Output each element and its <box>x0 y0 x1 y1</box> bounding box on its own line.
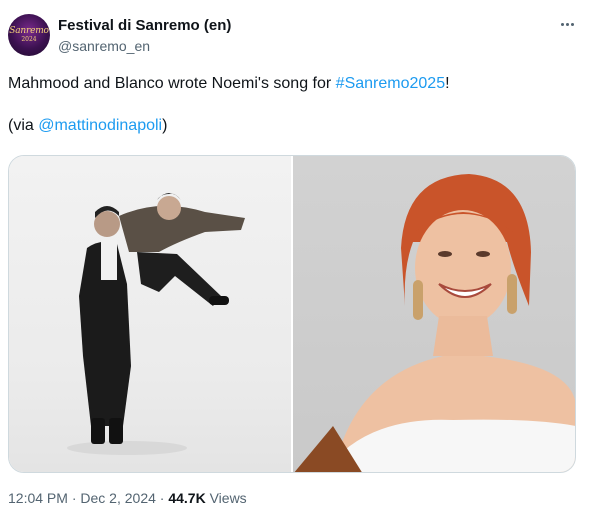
photo-mahmood-blanco[interactable] <box>9 156 291 472</box>
avatar[interactable]: Sanremo 2024 <box>8 14 50 56</box>
photo-right-illustration <box>294 174 575 472</box>
photo-noemi[interactable] <box>293 156 575 472</box>
meta-separator: · <box>159 490 165 506</box>
tweet-date[interactable]: Dec 2, 2024 <box>80 490 156 506</box>
tweet-text-before: Mahmood and Blanco wrote Noemi's song fo… <box>8 75 336 92</box>
author-name[interactable]: Festival di Sanremo (en) <box>58 17 231 34</box>
mention-link[interactable]: @mattinodinapoli <box>38 117 162 134</box>
more-dot <box>561 22 564 26</box>
more-icon[interactable] <box>561 14 574 34</box>
tweet-line-2: (via @mattinodinapoli) <box>8 116 578 136</box>
tweet-time[interactable]: 12:04 PM <box>8 490 68 506</box>
hashtag-link[interactable]: #Sanremo2025 <box>336 75 445 92</box>
media-grid <box>8 155 576 473</box>
tweet: Sanremo 2024 Festival di Sanremo (en) @s… <box>0 0 590 520</box>
avatar-logo-year: 2024 <box>21 36 37 43</box>
tweet-meta: 12:04 PM · Dec 2, 2024 · 44.7K Views <box>8 490 247 506</box>
meta-separator: · <box>71 490 77 506</box>
via-prefix: (via <box>8 117 39 134</box>
more-dot <box>566 22 569 26</box>
tweet-text-after: ! <box>445 75 450 92</box>
tweet-text: Mahmood and Blanco wrote Noemi's song fo… <box>8 74 578 136</box>
views-label: Views <box>209 490 247 506</box>
tweet-line-1: Mahmood and Blanco wrote Noemi's song fo… <box>8 74 578 94</box>
via-suffix: ) <box>162 117 168 134</box>
photo-left-illustration <box>67 193 245 455</box>
views-count[interactable]: 44.7K <box>168 490 205 506</box>
avatar-logo-text: Sanremo <box>9 26 49 36</box>
more-dot <box>571 22 574 26</box>
author-handle[interactable]: @sanremo_en <box>58 38 150 54</box>
